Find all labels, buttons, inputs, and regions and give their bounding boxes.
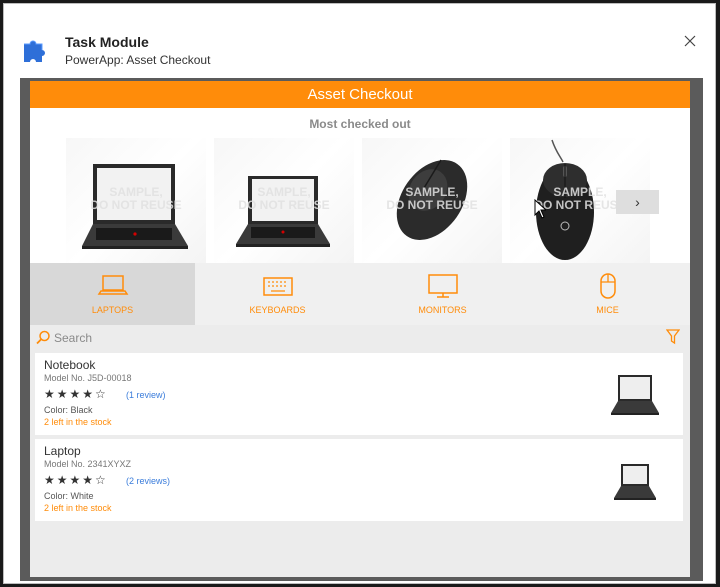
item-color: Color: Black [44,405,93,415]
item-model: Model No. J5D-00018 [44,373,132,383]
dialog-header: Task Module PowerApp: Asset Checkout [4,4,715,80]
tab-label: KEYBOARDS [249,305,306,315]
sample-watermark: SAMPLE, DO NOT REUSE [90,185,182,212]
close-icon[interactable] [680,31,700,51]
carousel-item-laptop[interactable]: SAMPLE, DO NOT REUSE [214,138,354,263]
carousel-next-button[interactable]: › [616,190,659,214]
tab-label: MONITORS [418,305,467,315]
dialog-title: Task Module [65,34,149,50]
chevron-right-icon: › [635,194,640,210]
keyboard-icon [262,277,293,296]
item-name: Laptop [44,444,81,458]
carousel-item-laptop[interactable]: SAMPLE, DO NOT REUSE [66,138,206,263]
app-title-bar: Asset Checkout [30,81,690,108]
search-input[interactable] [54,328,554,348]
puzzle-piece-icon [24,40,45,62]
monitor-icon [427,274,458,298]
sample-watermark: SAMPLE, DO NOT REUSE [238,185,330,212]
dialog-subtitle: PowerApp: Asset Checkout [65,53,211,67]
task-module-dialog: Task Module PowerApp: Asset Checkout Ass… [3,3,716,584]
item-stock: 2 left in the stock [44,503,112,513]
star-rating-icon: ★★★★☆ [44,387,108,401]
search-bar [30,325,690,351]
list-item[interactable]: Notebook Model No. J5D-00018 ★★★★☆ (1 re… [35,353,683,435]
mouse-cursor-icon [534,199,546,219]
mouse-icon [599,273,616,299]
reviews-link[interactable]: (1 review) [126,390,166,400]
tab-laptops[interactable]: LAPTOPS [30,263,195,325]
tab-label: LAPTOPS [91,305,134,315]
laptop-icon [97,275,128,295]
filter-icon[interactable] [666,329,680,345]
tab-monitors[interactable]: MONITORS [360,263,525,325]
carousel-title: Most checked out [309,117,411,131]
item-model: Model No. 2341XYXZ [44,459,132,469]
tab-label: MICE [596,305,619,315]
laptop-thumbnail [611,375,659,415]
list-item[interactable]: Laptop Model No. 2341XYXZ ★★★★☆ (2 revie… [35,439,683,521]
star-rating-icon: ★★★★☆ [44,473,108,487]
tab-keyboards[interactable]: KEYBOARDS [195,263,360,325]
most-checked-out-carousel: Most checked out SAMPLE, DO NOT REUSE SA… [30,108,690,263]
laptop-thumbnail [614,464,656,500]
item-stock: 2 left in the stock [44,417,112,427]
powerapp-frame: Asset Checkout Most checked out SAMPLE, D… [20,78,703,581]
tab-mice[interactable]: MICE [525,263,690,325]
category-tabs: LAPTOPS KEYBOARDS MONITORS MICE [30,263,690,325]
item-color: Color: White [44,491,94,501]
carousel-item-mouse[interactable]: SAMPLE, DO NOT REUSE [362,138,502,263]
item-name: Notebook [44,358,96,372]
sample-watermark: SAMPLE, DO NOT REUSE [386,185,478,212]
reviews-link[interactable]: (2 reviews) [126,476,170,486]
search-icon [36,330,50,345]
asset-checkout-app: Asset Checkout Most checked out SAMPLE, D… [30,81,690,577]
